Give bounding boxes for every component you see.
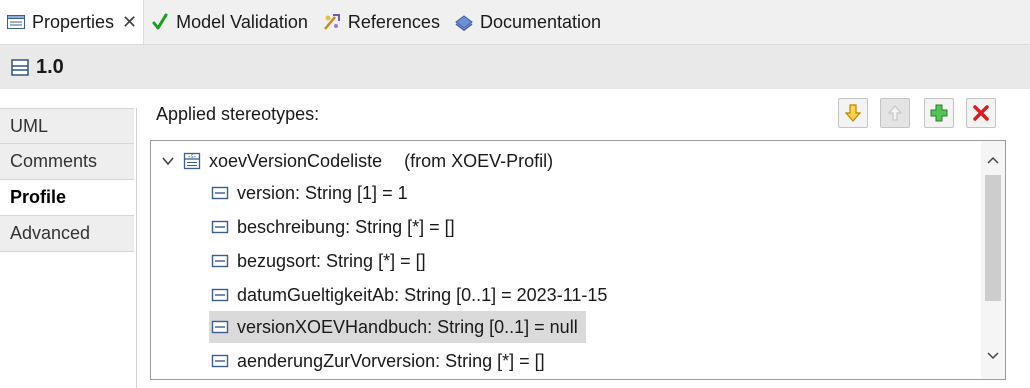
attribute-label: versionXOEVHandbuch: String [0..1] = nul…: [237, 316, 578, 337]
stereotype-tree[interactable]: «S» xoevVersionCodeliste (from XOEV-Prof…: [150, 140, 1006, 380]
tree-attribute-row[interactable]: aenderungZurVorversion: String [*] = []: [211, 345, 545, 377]
chevron-down-icon[interactable]: [161, 154, 175, 168]
checkmark-icon: [152, 13, 168, 30]
section-tabs: UML Comments Profile Advanced: [0, 108, 137, 388]
tree-attribute-row[interactable]: beschreibung: String [*] = []: [211, 211, 455, 243]
attribute-label: version: String [1] = 1: [237, 182, 408, 203]
property-icon: [211, 354, 229, 368]
plus-icon: [930, 104, 948, 122]
section-tab-comments[interactable]: Comments: [0, 144, 134, 180]
view-tab-bar: Properties ✕ Model Validation References…: [0, 0, 1030, 45]
property-icon: [211, 288, 229, 302]
scroll-up-arrow-icon[interactable]: [986, 155, 1000, 165]
stereotype-name: xoevVersionCodeliste: [209, 150, 383, 171]
section-tab-advanced[interactable]: Advanced: [0, 216, 134, 252]
scrollbar-thumb[interactable]: [985, 175, 1001, 301]
scroll-down-arrow-icon[interactable]: [986, 351, 1000, 361]
property-icon: [211, 320, 229, 334]
tree-attribute-row[interactable]: datumGueltigkeitAb: String [0..1] = 2023…: [211, 279, 607, 311]
property-icon: [211, 186, 229, 200]
close-icon[interactable]: ✕: [122, 12, 137, 33]
arrow-down-icon: [844, 104, 862, 122]
move-up-button[interactable]: [880, 98, 910, 128]
arrow-up-icon: [887, 105, 903, 121]
vertical-scrollbar[interactable]: [981, 141, 1005, 379]
move-down-button[interactable]: [838, 98, 868, 128]
attribute-label: bezugsort: String [*] = []: [237, 250, 426, 271]
add-stereotype-button[interactable]: [924, 98, 954, 128]
stereotype-source: (from XOEV-Profil): [404, 150, 554, 171]
delete-icon: [973, 105, 989, 121]
property-icon: [211, 220, 229, 234]
attribute-label: beschreibung: String [*] = []: [237, 216, 455, 237]
tree-attribute-row-selected[interactable]: versionXOEVHandbuch: String [0..1] = nul…: [209, 311, 586, 343]
tree-root-row[interactable]: «S» xoevVersionCodeliste (from XOEV-Prof…: [161, 145, 553, 177]
remove-stereotype-button[interactable]: [966, 98, 996, 128]
tree-attribute-row[interactable]: bezugsort: String [*] = []: [211, 245, 426, 277]
svg-text:«S»: «S»: [188, 154, 197, 160]
package-icon: [11, 59, 29, 76]
tab-references[interactable]: References: [316, 0, 448, 44]
property-icon: [211, 254, 229, 268]
tab-documentation[interactable]: Documentation: [448, 0, 609, 44]
properties-icon: [7, 15, 25, 29]
tab-label: Model Validation: [176, 11, 308, 32]
attribute-label: aenderungZurVorversion: String [*] = []: [237, 350, 545, 371]
documentation-icon: [455, 15, 473, 31]
tab-label: Properties: [32, 11, 115, 32]
applied-stereotypes-label: Applied stereotypes:: [156, 104, 320, 124]
tab-model-validation[interactable]: Model Validation: [144, 0, 316, 44]
tab-properties[interactable]: Properties ✕: [0, 0, 145, 44]
section-tab-profile[interactable]: Profile: [0, 180, 134, 216]
tab-label: Documentation: [479, 11, 602, 32]
properties-header: 1.0: [0, 45, 1030, 89]
stereotype-icon: «S»: [183, 152, 201, 170]
attribute-label: datumGueltigkeitAb: String [0..1] = 2023…: [237, 284, 608, 305]
page-title: 1.0: [36, 55, 64, 78]
tab-label: References: [347, 11, 440, 32]
tree-attribute-row[interactable]: version: String [1] = 1: [211, 177, 408, 209]
section-tab-uml[interactable]: UML: [0, 108, 134, 144]
references-icon: [323, 14, 340, 30]
